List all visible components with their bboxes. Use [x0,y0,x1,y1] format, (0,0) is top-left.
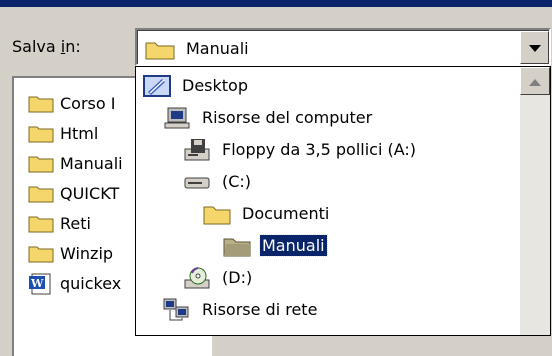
window-title-bar [0,0,552,7]
save-in-label: Salva in: [12,37,81,56]
folder-open-icon [222,233,252,257]
folder-icon [28,93,54,113]
folder-icon [28,153,54,173]
network-icon [162,297,192,321]
list-item[interactable]: W quickex [28,270,121,296]
dropdown-item-documenti[interactable]: Documenti [202,199,331,227]
folder-icon [202,201,232,225]
dropdown-item-desktop[interactable]: Desktop [142,71,250,99]
folder-icon [145,38,175,64]
dropdown-item-drive-c[interactable]: (C:) [182,167,253,195]
list-item[interactable]: QUICKT [28,180,119,206]
word-document-icon: W [28,273,54,295]
hard-drive-icon [182,169,212,193]
desktop-icon [142,73,172,97]
list-item[interactable]: Reti [28,210,91,236]
dropdown-item-drive-d[interactable]: (D:) [182,263,254,291]
save-in-combobox[interactable]: Manuali [135,28,551,66]
chevron-down-icon [528,38,541,57]
folder-icon [28,123,54,143]
vertical-scrollbar[interactable] [520,67,550,335]
list-item[interactable]: Corso I [28,90,115,116]
dropdown-item-manuali[interactable]: Manuali [222,231,328,259]
floppy-drive-icon [182,137,212,161]
scroll-up-button[interactable] [520,67,550,95]
dropdown-item-my-computer[interactable]: Risorse del computer [162,103,374,131]
my-computer-icon [162,105,192,129]
dropdown-button[interactable] [520,31,549,64]
list-item[interactable]: Html [28,120,98,146]
svg-text:W: W [30,277,44,290]
save-in-dropdown-list[interactable]: Desktop Risorse del computer Floppy da 3… [135,66,551,336]
list-item[interactable]: Manuali [28,150,123,176]
cd-drive-icon [182,265,212,289]
save-in-value: Manuali [186,39,249,58]
folder-icon [28,213,54,233]
dropdown-item-network[interactable]: Risorse di rete [162,295,319,323]
folder-icon [28,183,54,203]
folder-icon [28,243,54,263]
arrow-up-icon [529,72,541,91]
list-item[interactable]: Winzip [28,240,113,266]
dropdown-item-floppy[interactable]: Floppy da 3,5 pollici (A:) [182,135,418,163]
